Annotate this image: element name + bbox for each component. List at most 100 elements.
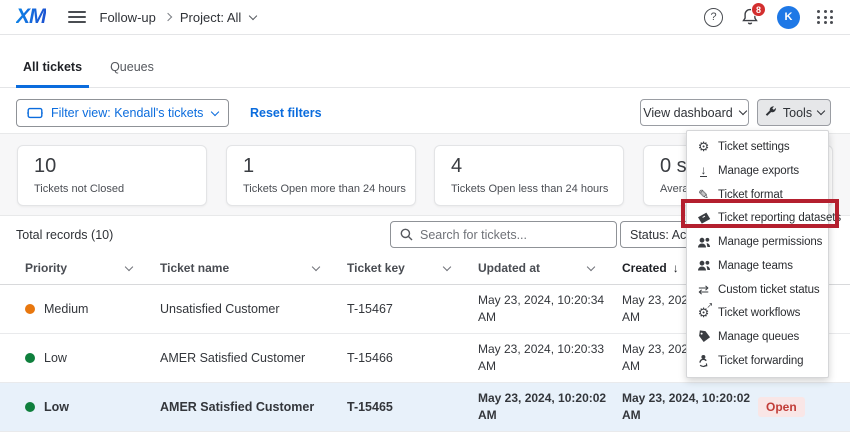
menu-item-label: Ticket format (718, 189, 783, 201)
pencil-icon: ✎ (695, 187, 712, 203)
tools-button[interactable]: Tools (757, 99, 831, 126)
avatar[interactable]: K (777, 6, 800, 29)
menu-item-ticket-forwarding[interactable]: Ticket forwarding (687, 349, 828, 372)
status-cell: Open (758, 397, 850, 417)
menu-item-ticket-format[interactable]: ✎ Ticket format (687, 183, 828, 206)
app-grid-icon[interactable] (817, 10, 834, 24)
ticket-name-cell: AMER Satisfied Customer (160, 351, 347, 365)
ticket-key-cell: T-15467 (347, 302, 478, 316)
priority-label: Low (44, 400, 69, 414)
ticket-icon (27, 106, 43, 120)
menu-item-label: Manage exports (718, 165, 799, 177)
breadcrumb-project-name[interactable]: Follow-up (100, 10, 156, 25)
filter-row: Filter view: Kendall's tickets Reset fil… (0, 88, 850, 133)
notification-count-badge: 8 (751, 2, 766, 17)
filter-view-label: Filter view: Kendall's tickets (51, 106, 203, 120)
column-label: Priority (25, 261, 67, 275)
xm-logo: XM (16, 5, 46, 29)
menu-item-label: Ticket reporting datasets (718, 212, 841, 224)
priority-dot (25, 402, 35, 412)
ticket-key-cell: T-15466 (347, 351, 478, 365)
stat-value: 10 (34, 155, 190, 178)
hamburger-menu-icon[interactable] (68, 11, 86, 23)
chevron-down-icon (738, 107, 746, 115)
menu-item-label: Ticket settings (718, 141, 790, 153)
swap-arrows-icon: ⇄ (695, 282, 712, 298)
stat-label: Tickets Open less than 24 hours (451, 183, 607, 195)
person-forward-icon (695, 354, 712, 368)
chevron-down-icon[interactable] (443, 262, 451, 270)
priority-cell: Low (25, 351, 160, 365)
tab-all-tickets[interactable]: All tickets (16, 60, 89, 87)
breadcrumb: Follow-up Project: All (100, 10, 257, 25)
priority-label: Low (44, 351, 67, 365)
gear-icon: ⚙ (695, 139, 712, 155)
total-records-label: Total records (10) (16, 228, 113, 242)
stat-card-tickets-not-closed: 10 Tickets not Closed (17, 145, 207, 206)
search-input[interactable] (420, 228, 607, 242)
tabs-row: All tickets Queues (0, 35, 850, 88)
breadcrumb-project-selector[interactable]: Project: All (180, 10, 241, 25)
ticket-name-cell: Unsatisfied Customer (160, 302, 347, 316)
column-label: Ticket key (347, 261, 405, 275)
menu-item-label: Custom ticket status (718, 284, 820, 296)
priority-dot (25, 353, 35, 363)
menu-item-ticket-settings[interactable]: ⚙ Ticket settings (687, 136, 828, 159)
tab-queues[interactable]: Queues (103, 60, 161, 87)
ticket-key-cell: T-15465 (347, 400, 478, 414)
chevron-down-icon (211, 107, 219, 115)
menu-item-custom-ticket-status[interactable]: ⇄ Custom ticket status (687, 278, 828, 301)
view-dashboard-button[interactable]: View dashboard (640, 99, 749, 126)
menu-item-manage-queues[interactable]: Manage queues (687, 325, 828, 348)
chevron-down-icon[interactable] (587, 262, 595, 270)
menu-item-label: Ticket workflows (718, 307, 800, 319)
search-box[interactable] (390, 221, 617, 248)
created-cell: May 23, 2024, 10:20:02 AM (622, 390, 758, 425)
column-label: Updated at (478, 261, 540, 275)
priority-label: Medium (44, 302, 88, 316)
search-icon (400, 228, 413, 241)
notifications-bell[interactable]: 8 (740, 7, 760, 27)
stat-value: 1 (243, 155, 399, 178)
menu-item-ticket-reporting-datasets[interactable]: Ticket reporting datasets (687, 207, 828, 230)
column-label: Created (622, 261, 667, 275)
chevron-down-icon[interactable] (312, 262, 320, 270)
help-icon[interactable]: ? (704, 8, 723, 27)
download-icon: ↓ (695, 165, 712, 177)
stat-label: Tickets Open more than 24 hours (243, 183, 399, 195)
column-header-ticket-key[interactable]: Ticket key (347, 261, 478, 275)
menu-item-manage-exports[interactable]: ↓ Manage exports (687, 159, 828, 182)
view-dashboard-label: View dashboard (643, 106, 732, 120)
stat-card-open-less-24h: 4 Tickets Open less than 24 hours (434, 145, 624, 206)
column-header-updated-at[interactable]: Updated at (478, 261, 622, 275)
menu-item-manage-teams[interactable]: Manage teams (687, 254, 828, 277)
gear-arrow-icon: ⚙↗ (695, 305, 712, 321)
stat-value: 4 (451, 155, 607, 178)
updated-at-cell: May 23, 2024, 10:20:34 AM (478, 292, 622, 327)
wrench-icon (764, 106, 777, 119)
menu-item-label: Manage permissions (718, 236, 822, 248)
menu-item-ticket-workflows[interactable]: ⚙↗ Ticket workflows (687, 302, 828, 325)
stat-card-open-more-24h: 1 Tickets Open more than 24 hours (226, 145, 416, 206)
priority-dot (25, 304, 35, 314)
priority-cell: Low (25, 400, 160, 414)
tags-icon (695, 330, 712, 344)
people-icon (695, 259, 712, 272)
chevron-down-icon[interactable] (125, 262, 133, 270)
sort-descending-icon[interactable]: ↓ (673, 261, 679, 275)
tools-label: Tools (783, 106, 812, 120)
chevron-right-icon (164, 13, 172, 21)
top-navigation-bar: XM Follow-up Project: All ? 8 K (0, 0, 850, 35)
column-header-ticket-name[interactable]: Ticket name (160, 261, 347, 275)
column-header-priority[interactable]: Priority (25, 261, 160, 275)
chevron-down-icon (249, 11, 257, 19)
reset-filters-link[interactable]: Reset filters (250, 106, 322, 120)
tools-dropdown-menu: ⚙ Ticket settings ↓ Manage exports ✎ Tic… (686, 130, 829, 378)
menu-item-manage-permissions[interactable]: Manage permissions (687, 231, 828, 254)
updated-at-cell: May 23, 2024, 10:20:33 AM (478, 341, 622, 376)
filter-view-dropdown[interactable]: Filter view: Kendall's tickets (16, 99, 229, 127)
priority-cell: Medium (25, 302, 160, 316)
stat-label: Tickets not Closed (34, 183, 190, 195)
menu-item-label: Manage teams (718, 260, 793, 272)
ticket-name-cell: AMER Satisfied Customer (160, 400, 347, 414)
